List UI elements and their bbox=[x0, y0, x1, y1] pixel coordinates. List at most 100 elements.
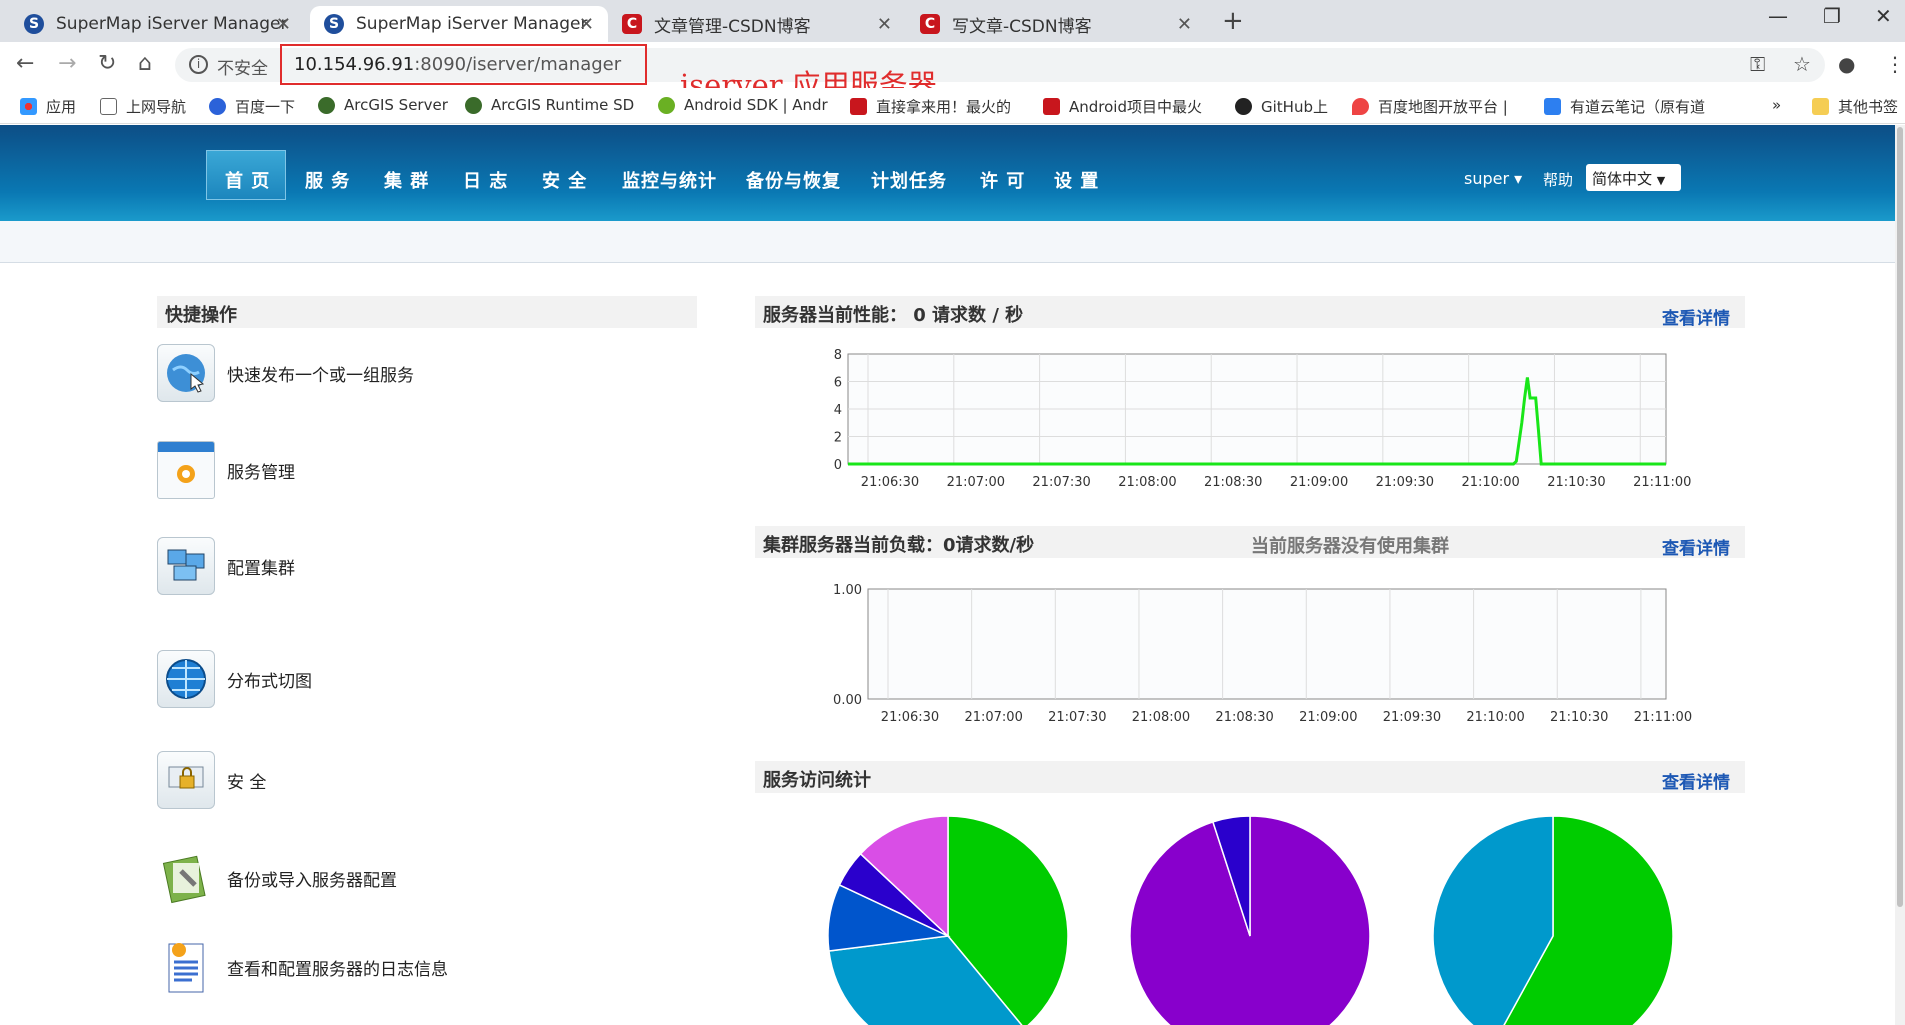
cluster-line-chart: 21:06:30 21:07:00 21:07:30 21:08:00 21:08:30… bbox=[833, 583, 1692, 725]
bookmark-item[interactable]: 直接拿来用！最火的 bbox=[850, 96, 1011, 117]
back-icon[interactable]: ← bbox=[16, 51, 34, 76]
x-tick-label: 21:10:30 bbox=[1547, 475, 1605, 490]
nav-home[interactable]: 首 页 bbox=[225, 167, 270, 193]
info-icon[interactable]: i bbox=[189, 55, 208, 74]
cluster-computers-icon[interactable] bbox=[157, 537, 215, 595]
url-highlight-box[interactable]: 10.154.96.91:8090/iserver/manager bbox=[280, 44, 647, 85]
user-menu[interactable]: super ▾ bbox=[1464, 169, 1522, 188]
minimize-icon[interactable]: — bbox=[1768, 4, 1788, 28]
globe-tiles-icon[interactable] bbox=[157, 650, 215, 708]
quick-op-label[interactable]: 服务管理 bbox=[227, 458, 295, 483]
tab-title: SuperMap iServer Manager bbox=[356, 14, 588, 34]
security-lock-icon[interactable] bbox=[157, 751, 215, 809]
reload-icon[interactable]: ↻ bbox=[98, 51, 116, 76]
nav-backup[interactable]: 备份与恢复 bbox=[746, 167, 841, 193]
csdn-icon bbox=[1043, 98, 1060, 115]
globe-publish-icon[interactable] bbox=[157, 344, 215, 402]
nav-license[interactable]: 许 可 bbox=[980, 167, 1025, 193]
quick-op-publish[interactable]: 快速发布一个或一组服务 bbox=[157, 344, 414, 402]
stats-detail-link[interactable]: 查看详情 bbox=[1662, 768, 1730, 793]
quick-op-distributed-tiles[interactable]: 分布式切图 bbox=[157, 650, 312, 708]
bookmark-item[interactable]: 百度一下 bbox=[209, 96, 295, 117]
nav-settings[interactable]: 设 置 bbox=[1054, 167, 1099, 193]
close-icon[interactable]: ✕ bbox=[579, 14, 594, 35]
close-icon[interactable]: ✕ bbox=[1177, 14, 1192, 35]
quick-op-label[interactable]: 安 全 bbox=[227, 768, 266, 793]
tab-title: SuperMap iServer Manager bbox=[56, 14, 288, 34]
github-icon bbox=[1235, 98, 1252, 115]
bookmark-other[interactable]: 其他书签 bbox=[1812, 96, 1898, 117]
bookmark-item[interactable]: Android SDK | Andr bbox=[658, 96, 828, 114]
caret-down-icon: ▾ bbox=[1514, 169, 1523, 188]
nav-services[interactable]: 服 务 bbox=[305, 167, 350, 193]
quick-op-security[interactable]: 安 全 bbox=[157, 751, 266, 809]
supermap-icon: S bbox=[24, 14, 44, 34]
bookmark-item[interactable]: 百度地图开放平台 | bbox=[1352, 96, 1508, 117]
tab-title: 文章管理-CSDN博客 bbox=[654, 16, 811, 37]
nav-monitoring[interactable]: 监控与统计 bbox=[622, 167, 717, 193]
menu-icon[interactable]: ⋮ bbox=[1885, 52, 1905, 76]
home-icon[interactable]: ⌂ bbox=[138, 51, 152, 76]
new-tab-button[interactable]: + bbox=[1222, 6, 1244, 36]
window-close-icon[interactable]: ✕ bbox=[1875, 4, 1892, 28]
bookmarks-bar: 应用 上网导航 百度一下 ArcGIS Server ArcGIS Runtim… bbox=[0, 88, 1905, 124]
cluster-panel-title: 集群服务器当前负载：0请求数/秒 bbox=[755, 526, 1745, 558]
quick-op-label[interactable]: 分布式切图 bbox=[227, 667, 312, 692]
x-tick-label: 21:09:00 bbox=[1299, 710, 1357, 725]
y-tick-label: 0 bbox=[834, 458, 842, 473]
browser-tab-3[interactable]: C 文章管理-CSDN博客 ✕ bbox=[608, 6, 906, 42]
quick-op-cluster[interactable]: 配置集群 bbox=[157, 537, 295, 595]
x-tick-label: 21:07:00 bbox=[964, 710, 1022, 725]
youdao-icon bbox=[1544, 98, 1561, 115]
nav-cluster[interactable]: 集 群 bbox=[384, 167, 429, 193]
restore-icon[interactable]: ❐ bbox=[1823, 4, 1841, 28]
browser-tab-1[interactable]: S SuperMap iServer Manager ✕ bbox=[0, 6, 305, 42]
browser-tab-2[interactable]: S SuperMap iServer Manager ✕ bbox=[310, 6, 608, 42]
quick-op-label[interactable]: 查看和配置服务器的日志信息 bbox=[227, 955, 448, 980]
quick-op-backup[interactable]: 备份或导入服务器配置 bbox=[157, 849, 397, 907]
close-icon[interactable]: ✕ bbox=[877, 14, 892, 35]
bookmark-item[interactable]: 上网导航 bbox=[100, 96, 186, 117]
perf-detail-link[interactable]: 查看详情 bbox=[1662, 304, 1730, 329]
x-tick-label: 21:10:00 bbox=[1466, 710, 1524, 725]
quick-op-logs[interactable]: 查看和配置服务器的日志信息 bbox=[157, 938, 448, 996]
bookmark-item[interactable]: GitHub上 bbox=[1235, 96, 1328, 117]
y-tick-label: 1.00 bbox=[833, 583, 862, 598]
quick-op-service-management[interactable]: 服务管理 bbox=[157, 441, 295, 499]
x-tick-label: 21:09:30 bbox=[1383, 710, 1441, 725]
bookmarks-overflow[interactable]: » bbox=[1772, 96, 1781, 114]
bookmark-item[interactable]: 有道云笔记（原有道 bbox=[1544, 96, 1705, 117]
scrollbar-thumb[interactable] bbox=[1897, 127, 1903, 907]
y-tick-label: 8 bbox=[834, 348, 842, 363]
cluster-detail-link[interactable]: 查看详情 bbox=[1662, 534, 1730, 559]
profile-icon[interactable]: ● bbox=[1838, 52, 1855, 76]
backup-tools-icon[interactable] bbox=[157, 849, 215, 907]
star-icon[interactable]: ☆ bbox=[1793, 52, 1811, 76]
bookmark-item[interactable]: Android项目中最火 bbox=[1043, 96, 1202, 117]
log-document-icon[interactable] bbox=[157, 938, 215, 996]
nav-logs[interactable]: 日 志 bbox=[463, 167, 508, 193]
x-tick-label: 21:10:30 bbox=[1550, 710, 1608, 725]
x-tick-label: 21:10:00 bbox=[1461, 475, 1519, 490]
bookmark-apps[interactable]: 应用 bbox=[20, 96, 76, 117]
android-icon bbox=[658, 96, 675, 114]
baidu-icon bbox=[209, 98, 226, 115]
key-icon[interactable]: ⚿ bbox=[1750, 52, 1765, 76]
nav-scheduled-tasks[interactable]: 计划任务 bbox=[871, 167, 947, 193]
browser-tab-4[interactable]: C 写文章-CSDN博客 ✕ bbox=[906, 6, 1206, 42]
quick-op-label[interactable]: 快速发布一个或一组服务 bbox=[227, 361, 414, 386]
quick-op-label[interactable]: 配置集群 bbox=[227, 554, 295, 579]
url-text[interactable]: 10.154.96.91:8090/iserver/manager bbox=[294, 54, 621, 75]
nav-security[interactable]: 安 全 bbox=[542, 167, 587, 193]
quick-op-label[interactable]: 备份或导入服务器配置 bbox=[227, 866, 397, 891]
quick-ops-title: 快捷操作 bbox=[157, 296, 697, 328]
forward-icon[interactable]: → bbox=[58, 51, 76, 76]
y-tick-label: 2 bbox=[834, 431, 842, 446]
bookmark-item[interactable]: ArcGIS Server bbox=[318, 96, 448, 114]
x-tick-label: 21:07:00 bbox=[947, 475, 1005, 490]
language-select[interactable]: 简体中文 ▼ bbox=[1586, 164, 1681, 191]
service-gear-icon[interactable] bbox=[157, 441, 215, 499]
bookmark-item[interactable]: ArcGIS Runtime SD bbox=[465, 96, 634, 114]
close-icon[interactable]: ✕ bbox=[276, 14, 291, 35]
help-link[interactable]: 帮助 bbox=[1543, 169, 1573, 190]
